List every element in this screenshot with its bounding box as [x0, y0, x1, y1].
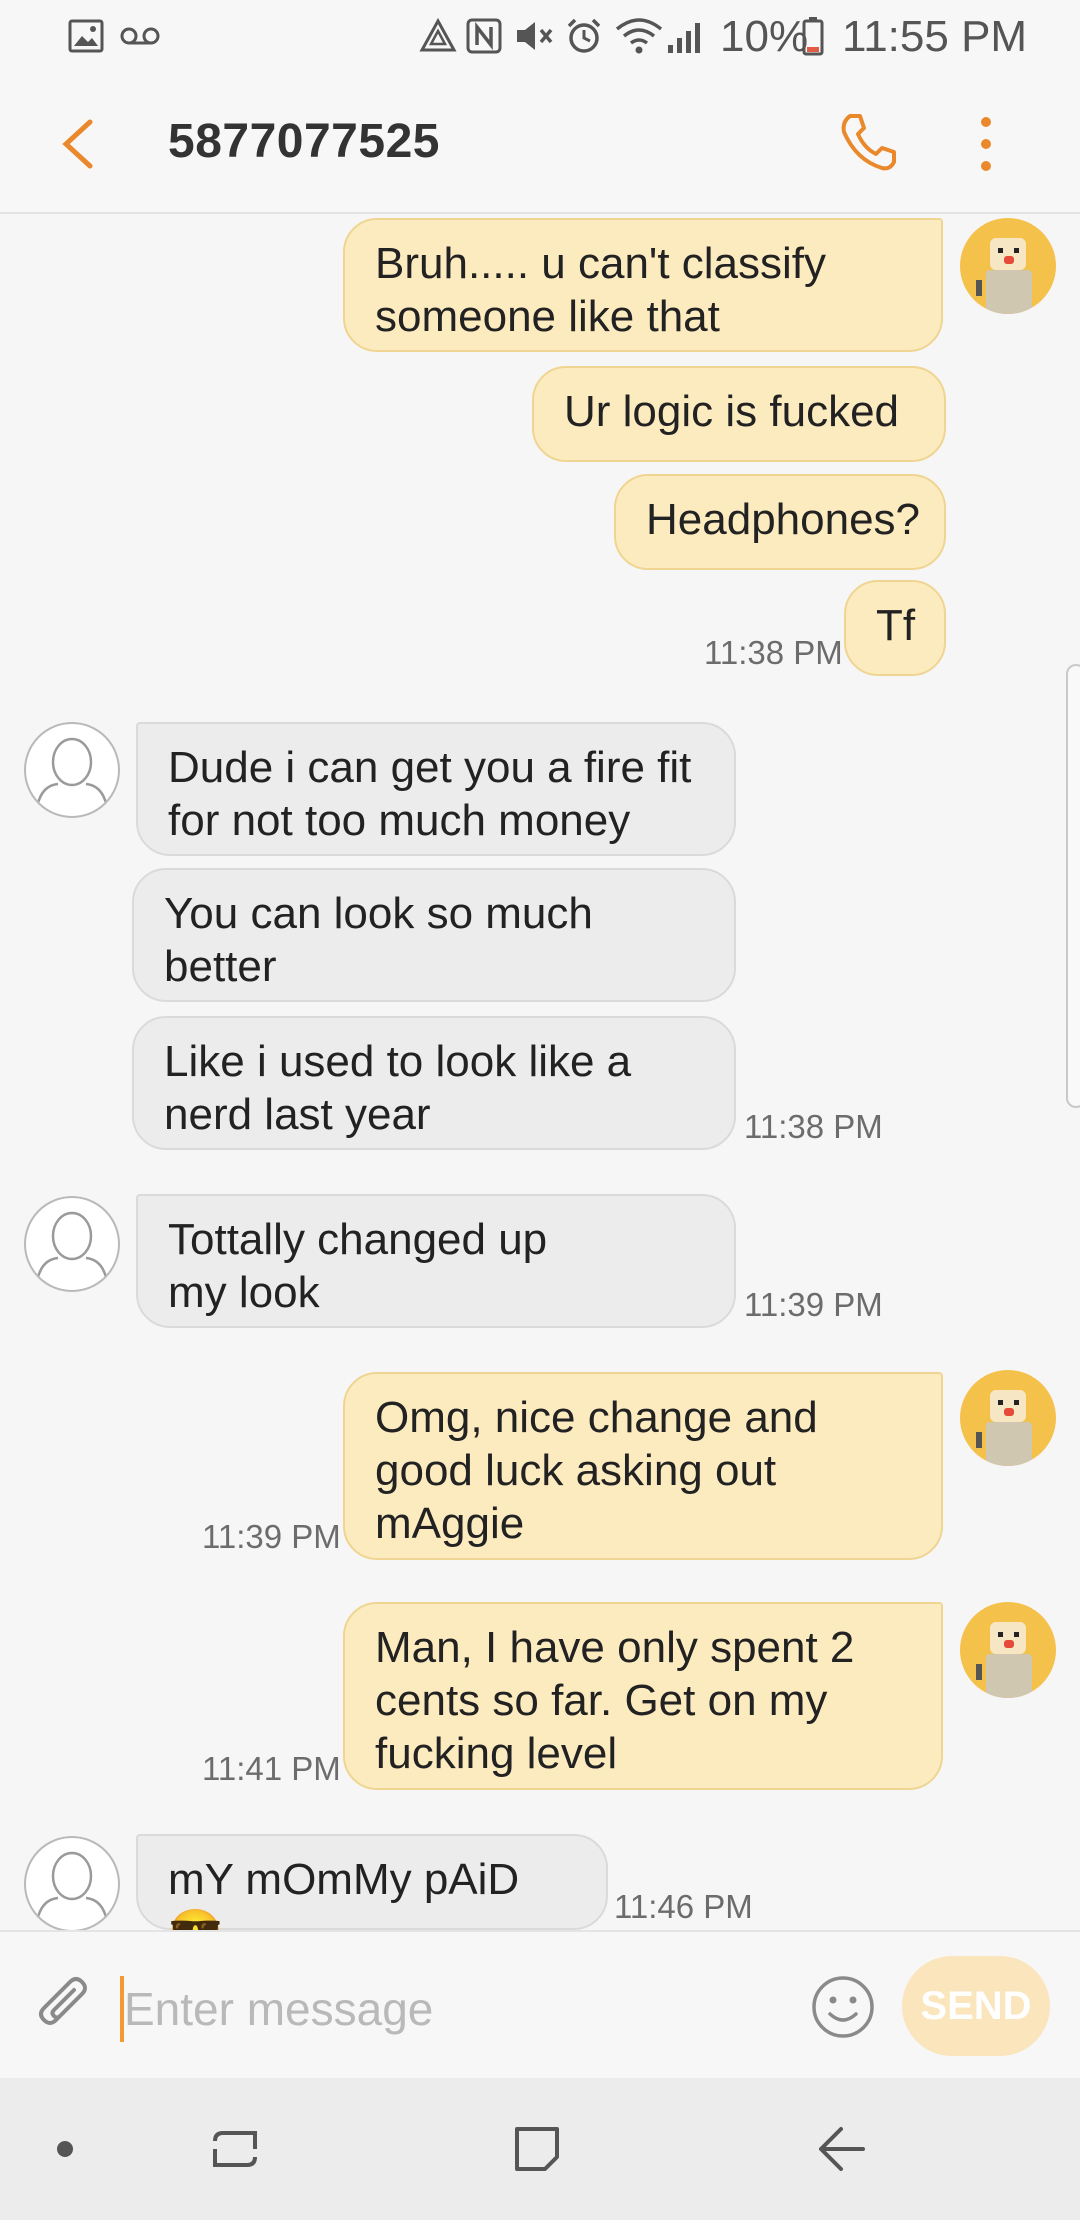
message-list[interactable]: Bruh..... u can't classify someone like …: [0, 214, 1080, 1930]
recents-icon[interactable]: [200, 2114, 270, 2184]
message-text: Man, I have only spent 2: [375, 1623, 855, 1672]
message-text: Tf: [876, 601, 916, 650]
my-avatar[interactable]: [960, 1370, 1056, 1466]
back-icon[interactable]: [806, 2114, 876, 2184]
message-text: good luck asking out: [375, 1446, 777, 1495]
conversation-header: 5877077525: [0, 72, 1080, 214]
message-text: Dude i can get you a fire fit: [168, 743, 692, 792]
message-bubble-incoming[interactable]: Dude i can get you a fire fit for not to…: [136, 722, 736, 856]
battery-percent: 10%: [720, 12, 809, 61]
message-timestamp: 11:46 PM: [614, 1888, 753, 1925]
contact-avatar[interactable]: [24, 722, 120, 818]
contact-avatar[interactable]: [24, 1836, 120, 1930]
message-bubble-outgoing[interactable]: Man, I have only spent 2 cents so far. G…: [343, 1602, 943, 1790]
message-text: nerd last year: [164, 1090, 431, 1139]
message-timestamp: 11:39 PM: [202, 1518, 341, 1555]
message-text: my look: [168, 1268, 320, 1317]
message-text: for not too much money: [168, 796, 631, 845]
battery-icon: [800, 16, 826, 56]
dot-icon[interactable]: [50, 2114, 80, 2184]
message-composer: SEND: [0, 1930, 1080, 2078]
contact-title: 5877077525: [168, 115, 440, 168]
more-vertical-icon[interactable]: [968, 112, 1004, 176]
image-icon: [66, 16, 106, 56]
message-text: mAggie: [375, 1499, 525, 1548]
signal-icon: [664, 16, 708, 56]
message-bubble-outgoing[interactable]: Ur logic is fucked: [532, 366, 946, 462]
paperclip-icon[interactable]: [30, 1972, 100, 2042]
phone-icon[interactable]: [836, 110, 900, 176]
message-text: cents so far. Get on my: [375, 1676, 828, 1725]
message-text: someone like that: [375, 292, 720, 341]
message-text: Bruh..... u can't classify: [375, 239, 827, 288]
data-saver-icon: [418, 16, 458, 56]
message-bubble-outgoing[interactable]: Headphones?: [614, 474, 946, 570]
message-timestamp: 11:39 PM: [744, 1286, 883, 1323]
smiley-icon[interactable]: [808, 1972, 878, 2042]
mute-icon: [512, 16, 556, 56]
alarm-icon: [564, 16, 604, 56]
voicemail-icon: [118, 16, 162, 56]
nfc-icon: [464, 16, 504, 56]
message-text: fucking level: [375, 1729, 618, 1778]
message-bubble-incoming[interactable]: Tottally changed up my look: [136, 1194, 736, 1328]
message-text: Headphones?: [646, 495, 921, 544]
message-text: Ur logic is fucked: [564, 387, 900, 436]
message-bubble-incoming[interactable]: mY mOmMy pAiD 😎: [136, 1834, 608, 1930]
message-bubble-incoming[interactable]: Like i used to look like a nerd last yea…: [132, 1016, 736, 1150]
send-button[interactable]: SEND: [902, 1956, 1050, 2056]
my-avatar[interactable]: [960, 1602, 1056, 1698]
message-text: Tottally changed up: [168, 1215, 548, 1264]
contact-avatar[interactable]: [24, 1196, 120, 1292]
status-bar: 10% 11:55 PM: [0, 0, 1080, 72]
home-icon[interactable]: [502, 2114, 572, 2184]
message-bubble-outgoing[interactable]: Omg, nice change and good luck asking ou…: [343, 1372, 943, 1560]
message-text: Like i used to look like a: [164, 1037, 632, 1086]
message-text: Omg, nice change and: [375, 1393, 818, 1442]
message-bubble-outgoing[interactable]: Tf: [844, 580, 946, 676]
message-text: better: [164, 942, 277, 991]
message-bubble-incoming[interactable]: You can look so much better: [132, 868, 736, 1002]
scroll-handle[interactable]: [1066, 664, 1080, 1108]
clock: 11:55 PM: [842, 12, 1028, 61]
message-text: You can look so much: [164, 889, 593, 938]
system-nav-bar: [0, 2078, 1080, 2220]
wifi-icon: [614, 16, 664, 56]
message-input[interactable]: [124, 1970, 784, 2048]
message-bubble-outgoing[interactable]: Bruh..... u can't classify someone like …: [343, 218, 943, 352]
message-timestamp: 11:38 PM: [704, 634, 843, 671]
my-avatar[interactable]: [960, 218, 1056, 314]
message-timestamp: 11:38 PM: [744, 1108, 883, 1145]
message-timestamp: 11:41 PM: [202, 1750, 341, 1787]
message-text: mY mOmMy pAiD 😎: [168, 1855, 520, 1930]
back-arrow-icon[interactable]: [50, 112, 110, 176]
